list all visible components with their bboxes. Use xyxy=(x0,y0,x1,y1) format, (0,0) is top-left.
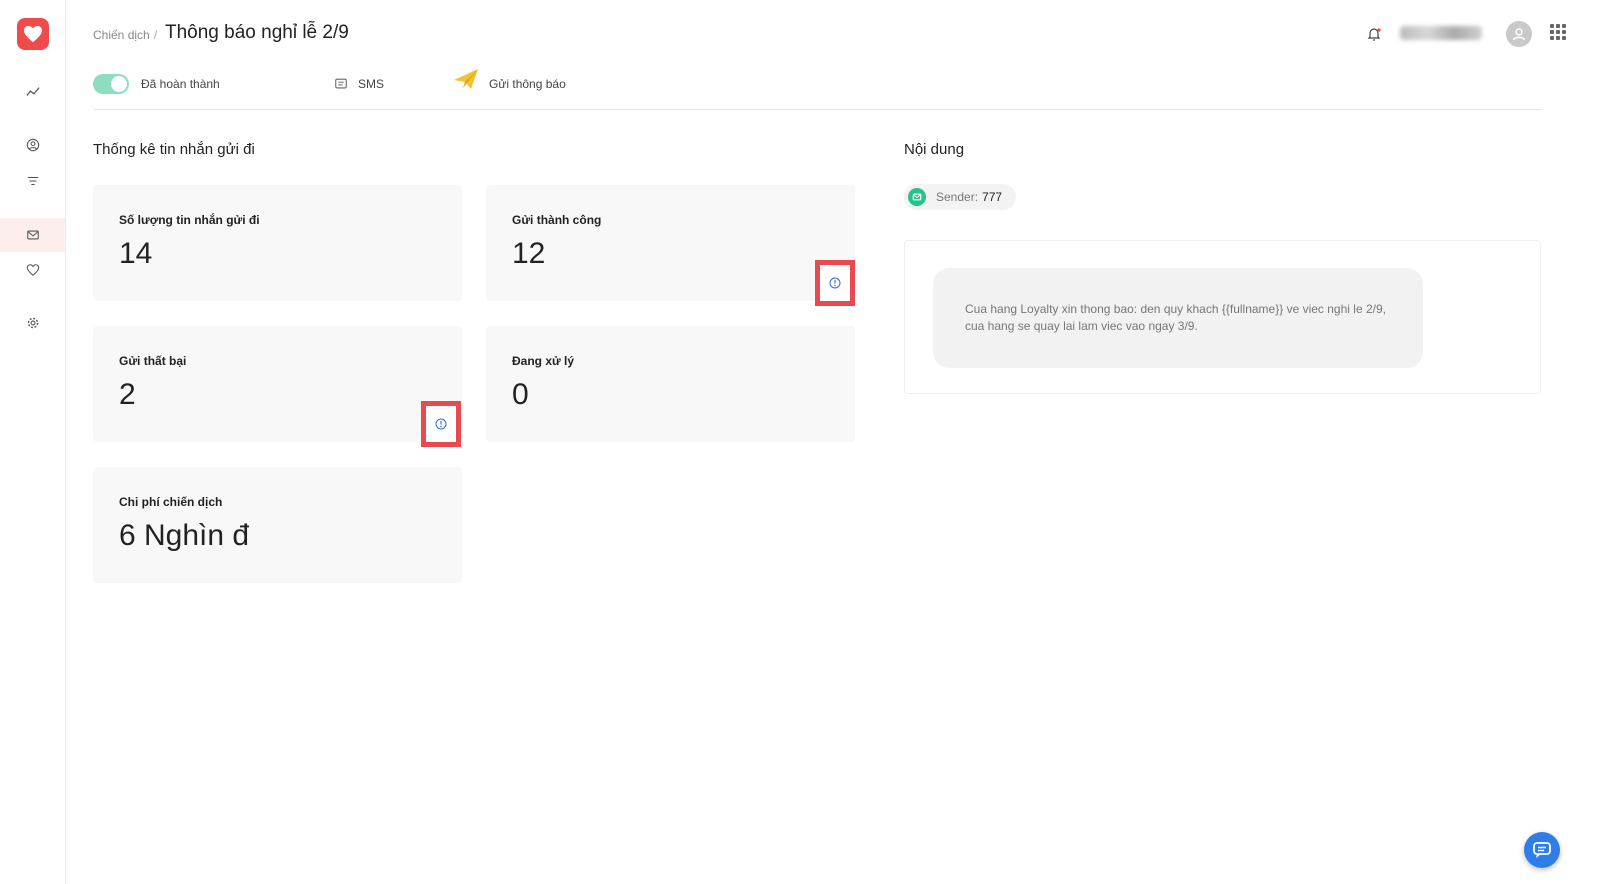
stat-card-cost: Chi phí chiến dịch 6 Nghìn đ xyxy=(93,467,462,583)
notification-bell-icon[interactable] xyxy=(1366,26,1382,42)
heart-outline-icon xyxy=(26,264,39,276)
stat-label: Đang xử lý xyxy=(512,354,575,368)
nav-loyalty[interactable] xyxy=(0,253,65,287)
nav-analytics[interactable] xyxy=(0,75,65,109)
stats-title: Thống kê tin nhắn gửi đi xyxy=(93,141,255,158)
paper-plane-icon xyxy=(454,69,478,89)
nav-campaigns[interactable] xyxy=(0,218,65,252)
header: Chiến dịch / Thông báo nghỉ lễ 2/9 xyxy=(93,20,1570,50)
stat-value: 14 xyxy=(119,237,153,270)
mail-icon xyxy=(908,188,926,206)
chart-line-icon xyxy=(25,87,40,96)
chat-support-button[interactable] xyxy=(1524,832,1560,868)
stat-label: Chi phí chiến dịch xyxy=(119,495,223,509)
nav-segments[interactable] xyxy=(0,164,65,198)
sender-badge: Sender: 777 xyxy=(904,184,1017,210)
stat-value: 0 xyxy=(512,378,529,411)
sender-label: Sender: xyxy=(936,190,979,204)
campaign-meta-bar: Đã hoàn thành SMS Gửi thông báo xyxy=(93,69,1541,110)
stat-value: 12 xyxy=(512,237,546,270)
message-bubble: Cua hang Loyalty xin thong bao: den quy … xyxy=(933,268,1423,368)
stat-label: Số lượng tin nhắn gửi đi xyxy=(119,213,260,227)
breadcrumb-separator: / xyxy=(153,28,158,42)
mail-icon xyxy=(26,230,39,240)
stat-card-failed: Gửi thất bại 2 xyxy=(93,326,462,442)
sms-icon xyxy=(335,78,347,89)
stat-card-processing: Đang xử lý 0 xyxy=(486,326,855,442)
failed-info-button[interactable] xyxy=(421,401,461,447)
breadcrumb-campaigns-link[interactable]: Chiến dịch xyxy=(93,28,150,42)
user-circle-icon xyxy=(26,138,39,152)
logo-heart-icon[interactable] xyxy=(17,18,49,50)
gear-icon xyxy=(27,317,38,329)
apps-grid-icon[interactable] xyxy=(1550,24,1566,40)
avatar[interactable] xyxy=(1506,21,1532,47)
filter-icon xyxy=(27,176,38,186)
nav-customers[interactable] xyxy=(0,128,65,162)
stat-label: Gửi thành công xyxy=(512,213,602,227)
stat-card-total: Số lượng tin nhắn gửi đi 14 xyxy=(93,185,462,301)
toggle-knob xyxy=(111,76,127,92)
sender-value: 777 xyxy=(982,190,1003,204)
info-icon xyxy=(829,277,841,289)
info-icon xyxy=(435,418,447,430)
stat-label: Gửi thất bại xyxy=(119,354,187,368)
chat-icon xyxy=(1533,842,1551,858)
channel-label: SMS xyxy=(358,77,385,91)
status-toggle[interactable] xyxy=(93,74,129,94)
type-label: Gửi thông báo xyxy=(489,77,566,91)
user-name-blurred[interactable] xyxy=(1400,26,1482,40)
stat-value: 2 xyxy=(119,378,136,411)
content-title: Nội dung xyxy=(904,141,965,158)
page-title: Thông báo nghỉ lễ 2/9 xyxy=(165,22,349,43)
breadcrumb: Chiến dịch / xyxy=(93,28,161,42)
status-label: Đã hoàn thành xyxy=(141,77,220,91)
sidebar xyxy=(0,0,66,884)
success-info-button[interactable] xyxy=(815,260,855,306)
stat-value: 6 Nghìn đ xyxy=(119,519,250,552)
message-preview-panel: Cua hang Loyalty xin thong bao: den quy … xyxy=(904,240,1541,394)
nav-settings[interactable] xyxy=(0,306,65,340)
stat-card-success: Gửi thành công 12 xyxy=(486,185,855,301)
